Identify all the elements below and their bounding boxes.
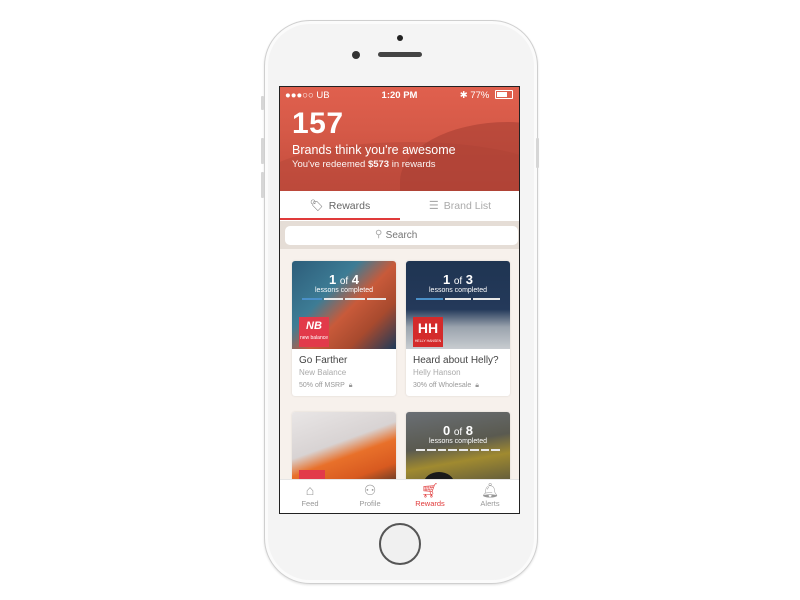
progress-segment [426, 449, 436, 451]
progress-segment [469, 449, 479, 451]
card-title: Heard about Helly? [413, 355, 499, 366]
lessons-completed-label: lessons completed [429, 438, 487, 445]
progress-segment [323, 298, 343, 300]
power-button [536, 138, 539, 168]
progress-segment [302, 298, 322, 300]
active-tab-indicator [280, 218, 400, 220]
lessons-total: 3 [465, 272, 474, 287]
card-deal: 50% off MSRP 🔒︎ [299, 382, 389, 390]
brand-logo: NB new balance [299, 317, 329, 347]
redeemed-suffix: in rewards [389, 159, 436, 170]
logo-text: HELLY HANSEN [414, 339, 442, 343]
profile-icon: ⚇ [363, 482, 377, 498]
deal-text: 50% off MSRP [299, 382, 345, 389]
hero-headline: Brands think you're awesome [292, 143, 456, 157]
bell-icon: 🔔︎ [481, 482, 499, 498]
earpiece-speaker [378, 52, 422, 57]
card-brand: New Balance [299, 368, 347, 377]
redeemed-prefix: You've redeemed [292, 159, 368, 170]
progress-segment [437, 449, 447, 451]
tab-profile[interactable]: ⚇ Profile [340, 480, 400, 513]
card-image: 1 of 4 lessons completed NB new balance [292, 261, 396, 349]
front-camera [352, 51, 360, 59]
lock-icon: 🔒︎ [475, 382, 479, 389]
tab-brand-list-label: Brand List [443, 200, 492, 212]
tab-rewards-nav[interactable]: 🛒︎ Rewards [400, 480, 460, 513]
redeemed-summary: You've redeemed $573 in rewards [292, 159, 436, 170]
home-icon: ⌂ [305, 482, 315, 498]
of-label: of [453, 276, 463, 287]
proximity-sensor [397, 35, 403, 41]
deal-text: 30% off Wholesale [413, 382, 472, 389]
list-icon: ☰ [428, 200, 439, 212]
brand-logo: HH HELLY HANSEN [413, 317, 443, 347]
tab-feed-label: Feed [301, 499, 319, 508]
reward-card[interactable]: 1 of 4 lessons completed NB new balance G… [292, 261, 396, 396]
bottom-tab-bar: ⌂ Feed ⚇ Profile 🛒︎ Rewards 🔔︎ Alerts [280, 479, 519, 513]
tab-feed[interactable]: ⌂ Feed [280, 480, 340, 513]
card-image: 1 of 3 lessons completed HH HELLY HANSEN [406, 261, 510, 349]
battery-status: ✱ 77% [460, 90, 513, 101]
progress-segment [416, 298, 443, 300]
brand-count: 157 [292, 107, 344, 140]
progress-segment [459, 449, 468, 451]
lock-icon: 🔒︎ [348, 382, 353, 389]
battery-percent: 77% [470, 90, 490, 101]
lessons-done: 0 [442, 423, 451, 438]
tab-rewards-label: Rewards [328, 200, 371, 212]
lessons-completed-label: lessons completed [429, 287, 487, 294]
tab-rewards-nav-label: Rewards [415, 499, 445, 508]
card-deal: 30% off Wholesale 🔒︎ [413, 382, 503, 390]
of-label: of [453, 427, 463, 438]
lessons-total: 4 [351, 272, 360, 287]
app-screen: ●●●○○ UB 1:20 PM ✱ 77% 157 Brands think … [279, 86, 520, 514]
tab-alerts-label: Alerts [480, 499, 500, 508]
card-brand: Helly Hanson [413, 368, 461, 377]
progress-segment [491, 449, 500, 451]
card-title: Go Farther [299, 355, 348, 366]
lesson-progress: 1 of 4 [292, 272, 396, 287]
status-bar: ●●●○○ UB 1:20 PM ✱ 77% [280, 87, 519, 103]
segment-tabs: 🏷︎ Rewards ☰ Brand List [280, 191, 519, 221]
lessons-done: 1 [328, 272, 337, 287]
progress-segment [448, 449, 457, 451]
progress-segment [444, 298, 472, 300]
lesson-progress: 1 of 3 [406, 272, 510, 287]
reward-card[interactable]: 1 of 3 lessons completed HH HELLY HANSEN … [406, 261, 510, 396]
logo-text: new balance [299, 335, 329, 341]
tag-icon: 🏷︎ [309, 200, 324, 212]
bluetooth-icon: ✱ [459, 90, 468, 101]
home-button[interactable] [379, 523, 421, 565]
of-label: of [339, 276, 349, 287]
lesson-progress: 0 of 8 [406, 423, 510, 438]
mute-switch [261, 96, 264, 110]
tab-profile-label: Profile [359, 499, 381, 508]
hero-banner: ●●●○○ UB 1:20 PM ✱ 77% 157 Brands think … [280, 87, 519, 191]
search-input[interactable] [285, 226, 518, 245]
lessons-done: 1 [442, 272, 451, 287]
tab-rewards[interactable]: 🏷︎ Rewards [280, 191, 400, 221]
progress-segment [473, 298, 501, 300]
progress-segment [416, 449, 425, 451]
search-icon: ⚲ [375, 229, 383, 240]
volume-up-button [261, 138, 264, 164]
lesson-progress-bar [416, 298, 501, 300]
lesson-progress-bar [302, 298, 386, 300]
tab-alerts[interactable]: 🔔︎ Alerts [460, 480, 519, 513]
progress-segment [366, 298, 386, 300]
lessons-total: 8 [465, 423, 474, 438]
redeemed-amount: $573 [367, 159, 390, 170]
lessons-completed-label: lessons completed [315, 287, 373, 294]
tab-brand-list[interactable]: ☰ Brand List [400, 191, 519, 221]
logo-mark: NB [306, 320, 322, 332]
search-bar: ⚲ [280, 221, 519, 249]
volume-down-button [261, 172, 264, 198]
battery-icon [495, 90, 513, 99]
cart-icon: 🛒︎ [421, 482, 439, 498]
progress-segment [480, 449, 490, 451]
logo-mark: HH [417, 320, 439, 336]
lesson-progress-bar [416, 449, 500, 451]
progress-segment [345, 298, 365, 300]
